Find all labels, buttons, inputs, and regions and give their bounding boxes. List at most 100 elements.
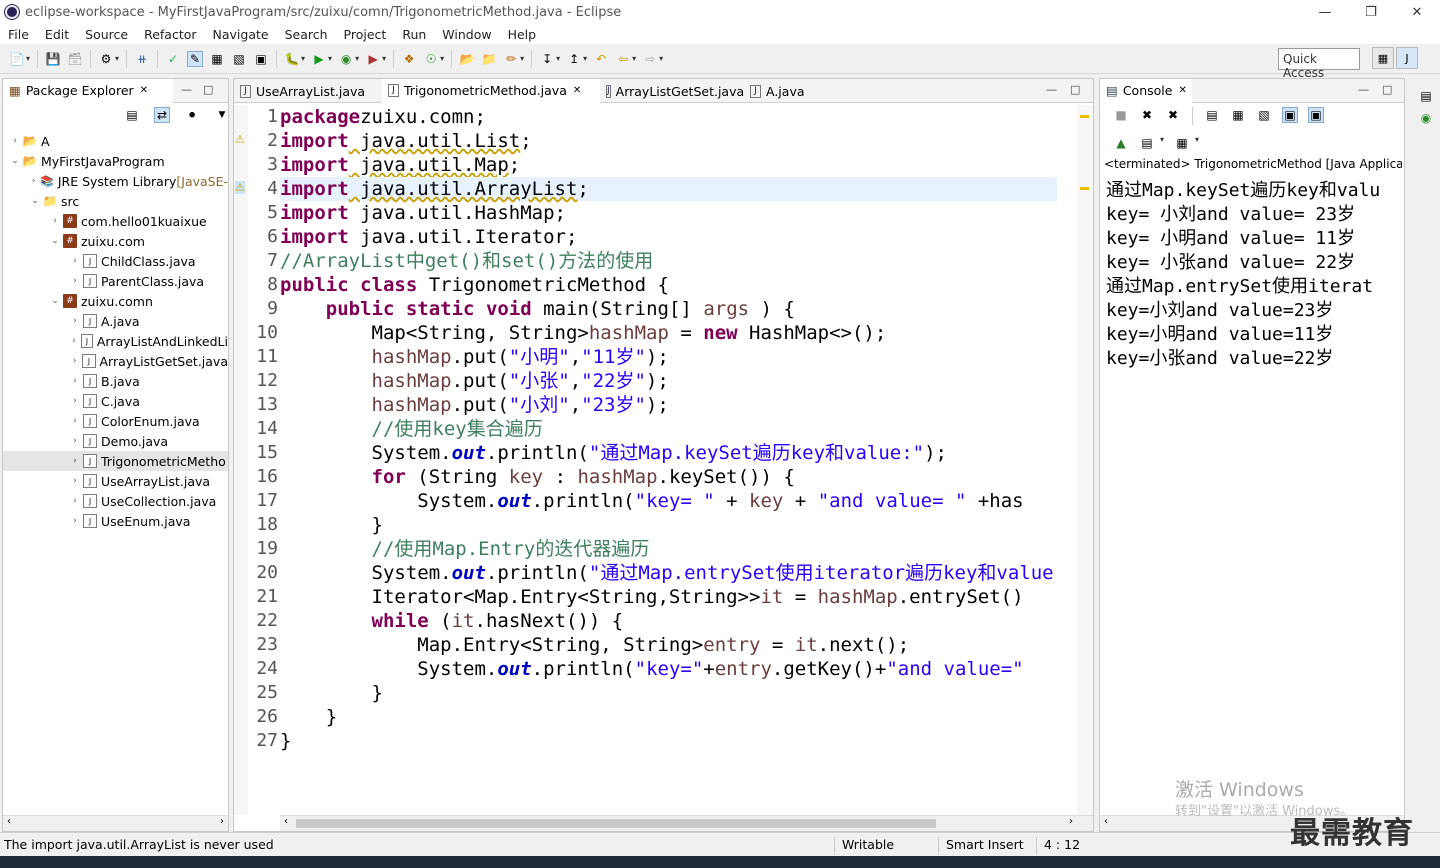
editor-tab[interactable]: J UseArrayList.java [234, 79, 382, 103]
expand-arrow-icon[interactable]: › [69, 516, 81, 526]
menu-refactor[interactable]: Refactor [136, 27, 204, 42]
link-editor-icon[interactable]: ⇄ [154, 107, 170, 123]
close-button[interactable]: ✕ [1394, 0, 1440, 24]
collapse-arrow-icon[interactable]: ⌄ [9, 156, 21, 166]
expand-arrow-icon[interactable]: › [69, 476, 81, 486]
expand-arrow-icon[interactable]: › [69, 396, 81, 406]
editor-tab[interactable]: J ArrayListGetSet.java [600, 79, 744, 103]
filters-icon[interactable]: ⚫ [184, 107, 200, 123]
terminate-icon[interactable]: ■ [1113, 107, 1129, 123]
expand-arrow-icon[interactable]: › [69, 436, 81, 446]
tree-item[interactable]: › J B.java [3, 371, 228, 391]
remove-all-icon[interactable]: ✖ [1165, 107, 1181, 123]
collapse-arrow-icon[interactable]: ⌄ [49, 296, 61, 306]
editor-tab[interactable]: J TrigonometricMethod.java ✕ [382, 79, 600, 103]
code-line[interactable]: public class TrigonometricMethod { [280, 273, 1057, 297]
minimize-button[interactable]: — [1302, 0, 1348, 24]
close-tab-icon[interactable]: ✕ [573, 85, 581, 96]
tree-item[interactable]: › J Demo.java [3, 431, 228, 451]
code-line[interactable]: hashMap.put("小明","11岁"); [280, 345, 1057, 369]
open-resource-icon[interactable]: 📁 [481, 51, 497, 67]
code-line[interactable]: import java.util.List; [280, 129, 1057, 153]
tree-item[interactable]: › J UseCollection.java [3, 491, 228, 511]
code-line[interactable]: import java.util.Iterator; [280, 225, 1057, 249]
expand-arrow-icon[interactable]: › [69, 256, 81, 266]
code-line[interactable]: //使用key集合遍历 [280, 417, 1057, 441]
coverage-icon[interactable]: ◉ [338, 51, 354, 67]
code-line[interactable]: //使用Map.Entry的迭代器遍历 [280, 537, 1057, 561]
tree-item[interactable]: ⌄ 📁 src [3, 191, 228, 211]
code-line[interactable]: System.out.println("通过Map.entrySet使用iter… [280, 561, 1057, 585]
back-icon[interactable]: ⇦ [615, 51, 631, 67]
code-line[interactable]: //ArrayList中get()和set()方法的使用 [280, 249, 1057, 273]
tree-item[interactable]: › J ParentClass.java [3, 271, 228, 291]
code-line[interactable]: } [280, 705, 1057, 729]
last-edit-icon[interactable]: ↶ [593, 51, 609, 67]
tree-item[interactable]: › 📂 A [3, 131, 228, 151]
open-console-icon[interactable]: ▦ [1174, 135, 1190, 151]
save-icon[interactable]: 💾 [45, 51, 61, 67]
menu-run[interactable]: Run [394, 27, 434, 42]
menu-source[interactable]: Source [77, 27, 136, 42]
save-all-icon[interactable]: 🗃 [67, 51, 83, 67]
tree-item[interactable]: › # com.hello01kuaixue [3, 211, 228, 231]
restore-button[interactable]: ❐ [1348, 0, 1394, 24]
editor-hscrollbar[interactable]: ‹ › [280, 815, 1093, 831]
debug-settings-icon[interactable]: ⚙ [98, 51, 114, 67]
annotation-next-icon[interactable]: ▧ [231, 51, 247, 67]
expand-arrow-icon[interactable]: › [69, 496, 81, 506]
close-tab-icon[interactable]: ✕ [1178, 85, 1186, 96]
clear-console-icon[interactable]: ▤ [1204, 107, 1220, 123]
code-line[interactable]: System.out.println("key= " + key + "and … [280, 489, 1057, 513]
expand-arrow-icon[interactable]: › [69, 416, 81, 426]
tree-item[interactable]: › 📚 JRE System Library [JavaSE- [3, 171, 228, 191]
collapse-arrow-icon[interactable]: ⌄ [49, 236, 61, 246]
skip-breakpoints-icon[interactable]: ⧺ [134, 51, 150, 67]
tree-item[interactable]: ⌄ # zuixu.com [3, 231, 228, 251]
menu-help[interactable]: Help [500, 27, 545, 42]
code-line[interactable]: } [280, 513, 1057, 537]
external-tools-icon[interactable]: ▶ [365, 51, 381, 67]
expand-arrow-icon[interactable]: › [29, 176, 38, 186]
tree-item[interactable]: › J ColorEnum.java [3, 411, 228, 431]
scroll-lock-icon[interactable]: ▦ [1230, 107, 1246, 123]
expand-arrow-icon[interactable]: › [69, 376, 81, 386]
maximize-icon[interactable]: □ [203, 83, 213, 96]
prev-annotation-icon[interactable]: ↥ [566, 51, 582, 67]
expand-arrow-icon[interactable]: › [69, 276, 81, 286]
expand-arrow-icon[interactable]: › [69, 316, 81, 326]
code-line[interactable]: System.out.println("通过Map.keySet遍历key和va… [280, 441, 1057, 465]
tree-item[interactable]: › J A.java [3, 311, 228, 331]
word-wrap-icon[interactable]: ▧ [1256, 107, 1272, 123]
highlight-icon[interactable]: ✎ [187, 50, 204, 67]
code-line[interactable]: System.out.println("key="+entry.getKey()… [280, 657, 1057, 681]
code-line[interactable]: while (it.hasNext()) { [280, 609, 1057, 633]
minimize-icon[interactable]: — [181, 83, 192, 96]
search-icon[interactable]: ✏ [503, 51, 519, 67]
outline-view-icon[interactable]: ◉ [1418, 110, 1434, 126]
code-line[interactable]: } [280, 729, 1057, 753]
code-line[interactable]: hashMap.put("小张","22岁"); [280, 369, 1057, 393]
open-type-icon[interactable]: ▣ [253, 51, 269, 67]
new-java-project-icon[interactable]: ❖ [401, 51, 417, 67]
restore-view-icon[interactable]: ▤ [1418, 88, 1434, 104]
menu-edit[interactable]: Edit [37, 27, 77, 42]
next-annotation-icon[interactable]: ↧ [539, 51, 555, 67]
debug-icon[interactable]: 🐛 [284, 51, 300, 67]
code-line[interactable]: Iterator<Map.Entry<String,String>>it = h… [280, 585, 1057, 609]
show-on-output-icon[interactable]: ▣ [1282, 107, 1298, 123]
code-line[interactable]: } [280, 681, 1057, 705]
tree-item[interactable]: › J TrigonometricMetho [3, 451, 228, 471]
editor-minimize-icon[interactable]: — [1046, 83, 1057, 96]
toggle-mark-icon[interactable]: ✓ [165, 51, 181, 67]
tree-item[interactable]: › J ChildClass.java [3, 251, 228, 271]
menu-search[interactable]: Search [277, 27, 336, 42]
tree-item[interactable]: › J UseEnum.java [3, 511, 228, 531]
quick-access-field[interactable]: Quick Access [1278, 48, 1360, 80]
console-tab[interactable]: ▤ Console ✕ [1100, 79, 1192, 103]
editor-overview-ruler[interactable] [1077, 105, 1093, 815]
tree-item[interactable]: › J UseArrayList.java [3, 471, 228, 491]
explorer-hscrollbar[interactable]: ‹ › [3, 815, 228, 831]
menu-project[interactable]: Project [336, 27, 395, 42]
expand-arrow-icon[interactable]: › [49, 216, 61, 226]
